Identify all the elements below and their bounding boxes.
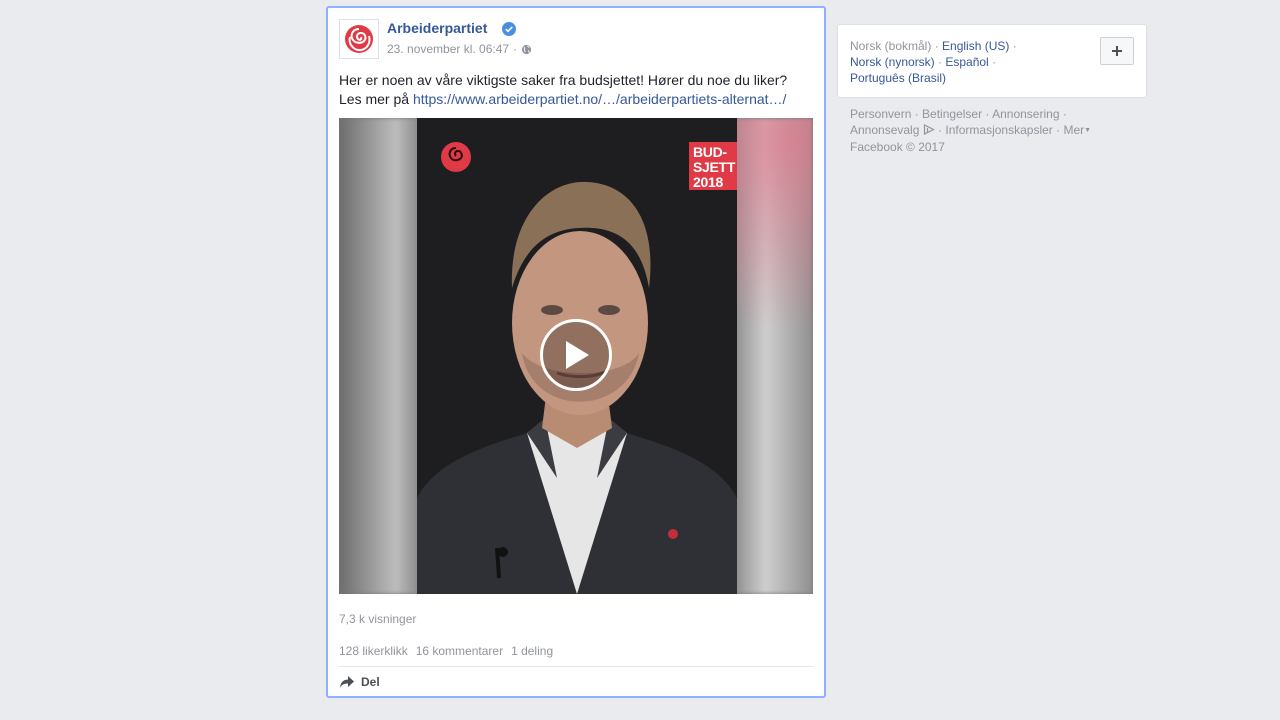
footer-link-cookies[interactable]: Informasjonskapsler	[945, 123, 1052, 137]
post-message: Her er noen av våre viktigste saker fra …	[339, 71, 804, 109]
footer-link-privacy[interactable]: Personvern	[850, 107, 911, 121]
play-icon	[566, 341, 589, 369]
language-option[interactable]: Português (Brasil)	[850, 71, 946, 85]
budget-badge-line: BUD-	[693, 144, 727, 160]
language-selector-box: Norsk (bokmål) · English (US) · Norsk (n…	[837, 24, 1147, 98]
caret-down-icon: ▼	[1084, 127, 1092, 134]
globe-icon[interactable]	[521, 44, 532, 55]
language-option[interactable]: English (US)	[942, 39, 1009, 53]
plus-icon	[1112, 46, 1122, 56]
adchoices-icon	[923, 124, 935, 135]
copyright: Facebook © 2017	[850, 140, 945, 154]
comments-count[interactable]: 16 kommentarer	[416, 644, 503, 658]
shares-count[interactable]: 1 deling	[511, 644, 553, 658]
post-card: Arbeiderpartiet 23. november kl. 06:47 ·…	[326, 6, 826, 698]
language-option[interactable]: Español	[945, 55, 988, 69]
share-button[interactable]: Del	[339, 675, 380, 689]
post-meta: 23. november kl. 06:47 ·	[387, 42, 532, 56]
frame-rose-logo-icon	[441, 142, 471, 172]
meta-separator: ·	[513, 42, 518, 56]
post-text-prefix: Les mer på	[339, 91, 413, 107]
play-button[interactable]	[540, 319, 612, 391]
post-text-line: Les mer på https://www.arbeiderpartiet.n…	[339, 90, 804, 109]
current-language: Norsk (bokmål)	[850, 39, 932, 53]
rose-logo-icon	[345, 25, 373, 53]
share-label: Del	[361, 675, 380, 689]
post-timestamp[interactable]: 23. november kl. 06:47	[387, 42, 509, 56]
footer-link-advertising[interactable]: Annonsering	[992, 107, 1059, 121]
budget-badge: BUD- SJETT 2018	[689, 142, 737, 190]
post-text-line: Her er noen av våre viktigste saker fra …	[339, 72, 788, 88]
verified-badge-icon	[502, 22, 516, 36]
view-count: 7,3 k visninger	[339, 612, 417, 626]
page-footer: Personvern · Betingelser · Annonsering ·…	[850, 107, 1092, 154]
language-option[interactable]: Norsk (nynorsk)	[850, 55, 935, 69]
likes-count[interactable]: 128 likerklikk	[339, 644, 408, 658]
action-divider	[339, 666, 813, 667]
post-link[interactable]: https://www.arbeiderpartiet.no/…/arbeide…	[413, 91, 787, 107]
engagement-stats: 128 likerklikk 16 kommentarer 1 deling	[339, 644, 553, 658]
footer-more-label: Mer	[1063, 123, 1085, 137]
add-language-button[interactable]	[1100, 37, 1134, 65]
footer-link-more[interactable]: Mer▼	[1063, 123, 1091, 137]
budget-badge-line: SJETT	[693, 159, 736, 175]
budget-badge-line: 2018	[693, 174, 723, 190]
video-player[interactable]: BUD- SJETT 2018	[339, 118, 813, 594]
footer-link-adchoices[interactable]: Annonsevalg	[850, 123, 919, 137]
post-header: Arbeiderpartiet 23. november kl. 06:47 ·	[339, 19, 813, 61]
language-list: Norsk (bokmål) · English (US) · Norsk (n…	[850, 39, 1017, 85]
footer-link-terms[interactable]: Betingelser	[922, 107, 982, 121]
page-name-link[interactable]: Arbeiderpartiet	[387, 20, 487, 36]
share-arrow-icon	[340, 676, 354, 688]
page-avatar[interactable]	[339, 19, 379, 59]
